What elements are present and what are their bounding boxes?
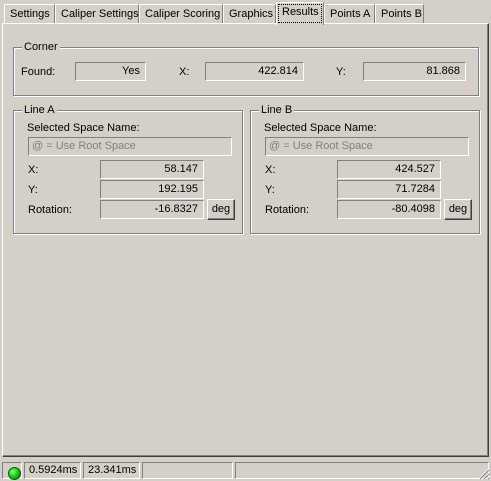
line-b-x-label: X: [265, 164, 276, 176]
line-b-y-field: 71.7284 [337, 180, 441, 199]
corner-x-field: 422.814 [205, 62, 304, 81]
line-a-group-title: Line A [22, 103, 57, 117]
line-a-rotation-field: -16.8327 [100, 200, 204, 219]
line-b-space-label: Selected Space Name: [264, 122, 377, 134]
line-b-x-field: 424.527 [337, 160, 441, 179]
line-b-space-input[interactable]: @ = Use Root Space [265, 137, 469, 156]
found-label: Found: [21, 66, 56, 78]
status-indicator-pane [2, 462, 22, 480]
tab-points-b[interactable]: Points B [375, 4, 424, 24]
corner-group-title: Corner [22, 40, 60, 54]
line-a-x-label: X: [28, 164, 39, 176]
line-b-deg-button[interactable]: deg [444, 199, 472, 220]
tab-settings[interactable]: Settings [4, 4, 55, 24]
line-b-rotation-label: Rotation: [265, 204, 310, 216]
tab-results[interactable]: Results [276, 2, 324, 25]
found-field: Yes [75, 62, 146, 81]
corner-y-field: 81.868 [363, 62, 466, 81]
corner-group: Corner Found: Yes X: 422.814 Y: 81.868 [13, 40, 479, 96]
line-a-group: Line A Selected Space Name: @ = Use Root… [13, 103, 243, 234]
tab-points-a[interactable]: Points A [324, 4, 375, 24]
status-bar: 0.5924ms 23.341ms [0, 460, 491, 481]
resize-grip-icon[interactable] [478, 468, 490, 480]
line-a-space-label: Selected Space Name: [27, 122, 140, 134]
status-led-icon [8, 467, 21, 480]
status-time-1: 0.5924ms [24, 462, 81, 479]
corner-y-label: Y: [336, 66, 346, 78]
line-a-space-input[interactable]: @ = Use Root Space [28, 137, 232, 156]
line-a-deg-button[interactable]: deg [207, 199, 235, 220]
line-b-y-label: Y: [265, 184, 275, 196]
results-panel: Corner Found: Yes X: 422.814 Y: 81.868 L… [2, 23, 489, 457]
tab-graphics[interactable]: Graphics [223, 4, 276, 24]
line-a-y-field: 192.195 [100, 180, 204, 199]
line-a-rotation-label: Rotation: [28, 204, 73, 216]
line-b-group: Line B Selected Space Name: @ = Use Root… [250, 103, 480, 234]
corner-x-label: X: [179, 66, 190, 78]
tab-bar: Settings Caliper Settings Caliper Scorin… [2, 2, 489, 25]
tab-caliper-settings[interactable]: Caliper Settings [55, 4, 139, 24]
line-b-group-title: Line B [259, 103, 295, 117]
status-pane-empty-2 [235, 462, 489, 479]
status-pane-empty-1 [142, 462, 233, 479]
tab-caliper-scoring[interactable]: Caliper Scoring [139, 4, 223, 24]
line-b-rotation-field: -80.4098 [337, 200, 441, 219]
line-a-y-label: Y: [28, 184, 38, 196]
status-time-2: 23.341ms [83, 462, 140, 479]
line-a-x-field: 58.147 [100, 160, 204, 179]
